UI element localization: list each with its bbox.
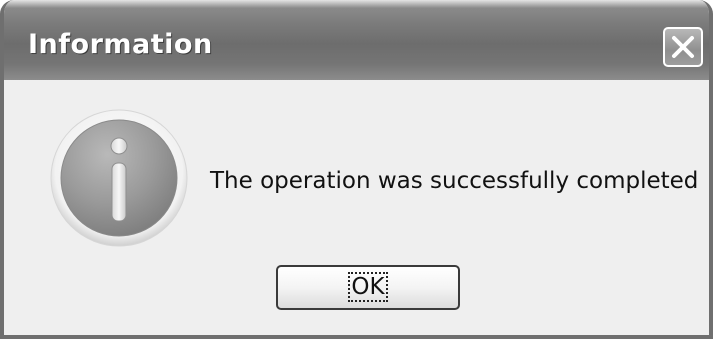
information-icon (50, 109, 188, 247)
close-icon (672, 36, 694, 58)
information-dialog: Information The operation was successful… (0, 0, 713, 339)
title-bar[interactable]: Information (4, 0, 709, 80)
close-button[interactable] (663, 27, 703, 67)
dialog-message: The operation was successfully completed (210, 168, 699, 194)
ok-button[interactable]: OK (276, 265, 460, 310)
ok-button-label: OK (348, 272, 388, 302)
dialog-body: The operation was successfully completed… (4, 80, 709, 335)
dialog-title: Information (28, 29, 213, 60)
